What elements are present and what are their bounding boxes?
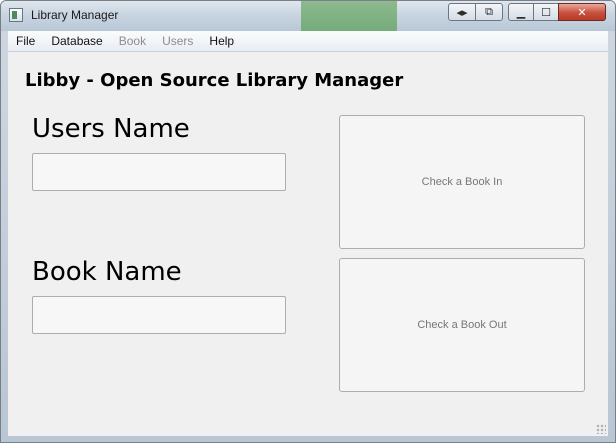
- menu-help[interactable]: Help: [201, 31, 242, 51]
- menu-book[interactable]: Book: [111, 31, 154, 51]
- size-grip-icon[interactable]: [596, 424, 606, 434]
- check-in-button[interactable]: Check a Book In: [339, 115, 585, 249]
- background-highlight: [301, 1, 397, 31]
- app-window: Library Manager ◂▸ ⧉ ▁ ☐ ✕ File Database…: [0, 0, 616, 443]
- arrange-icon[interactable]: ◂▸: [448, 3, 476, 21]
- check-out-button[interactable]: Check a Book Out: [339, 258, 585, 392]
- restore-window-icon[interactable]: ⧉: [475, 3, 503, 21]
- close-button[interactable]: ✕: [558, 3, 606, 21]
- title-bar[interactable]: Library Manager ◂▸ ⧉ ▁ ☐ ✕: [1, 1, 615, 31]
- users-name-label: Users Name: [32, 114, 190, 144]
- menu-bar: File Database Book Users Help: [8, 31, 608, 52]
- app-window-icon[interactable]: [9, 8, 23, 22]
- book-name-label: Book Name: [32, 257, 182, 287]
- book-name-input[interactable]: [32, 296, 286, 334]
- main-panel: Libby - Open Source Library Manager User…: [8, 52, 608, 436]
- maximize-button[interactable]: ☐: [533, 3, 559, 21]
- window-title: Library Manager: [31, 8, 119, 22]
- menu-users[interactable]: Users: [154, 31, 201, 51]
- menu-file[interactable]: File: [8, 31, 43, 51]
- minimize-button[interactable]: ▁: [508, 3, 534, 21]
- page-title: Libby - Open Source Library Manager: [25, 70, 404, 91]
- users-name-input[interactable]: [32, 153, 286, 191]
- menu-database[interactable]: Database: [43, 31, 110, 51]
